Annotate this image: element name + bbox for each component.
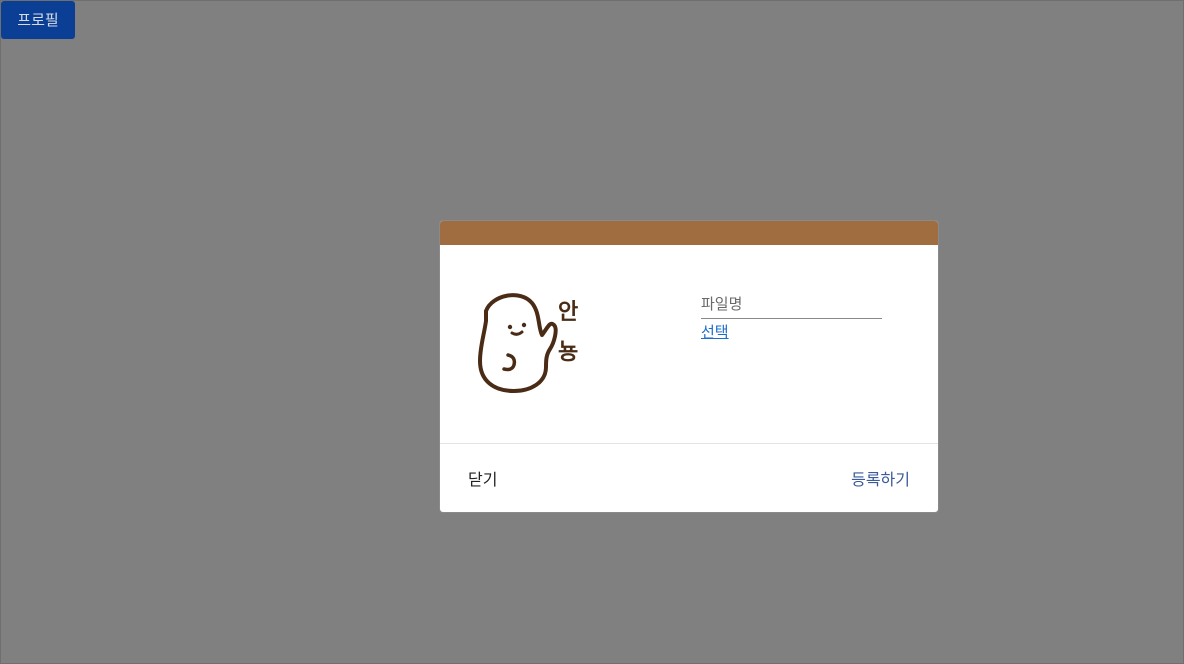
profile-upload-modal: 안 뇽 선택 닫기 등록하기 [439,220,939,513]
modal-footer: 닫기 등록하기 [440,444,938,512]
ghost-hand [502,353,517,372]
close-button[interactable]: 닫기 [468,466,497,490]
ghost-eye-left [507,324,513,330]
modal-header-bar [440,221,938,245]
avatar-text-line1: 안 [558,300,578,325]
select-file-link[interactable]: 선택 [701,321,729,342]
ghost-eye-right [521,322,527,328]
avatar-text-line2: 뇽 [558,340,578,365]
register-button[interactable]: 등록하기 [851,466,910,490]
ghost-mouth [510,330,524,336]
profile-button[interactable]: 프로필 [1,1,75,39]
file-area: 선택 [701,293,882,342]
modal-body: 안 뇽 선택 [440,245,938,444]
avatar-image: 안 뇽 [478,293,578,393]
file-name-input[interactable] [701,293,882,319]
ghost-body-outline [478,293,558,393]
